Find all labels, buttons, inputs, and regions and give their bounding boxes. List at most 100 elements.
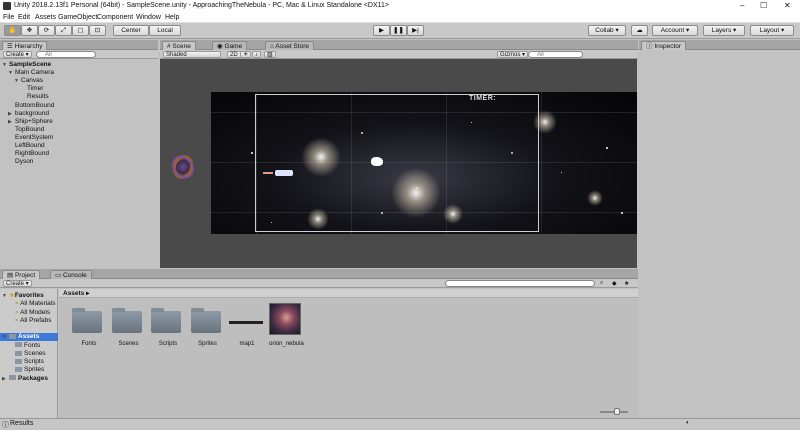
- asset-item[interactable]: map1: [229, 303, 265, 351]
- menu-edit[interactable]: Edit: [18, 14, 30, 21]
- pause-button[interactable]: ❚❚: [390, 25, 407, 36]
- expand-down-icon[interactable]: ▼: [8, 69, 15, 77]
- hierarchy-item[interactable]: RightBound: [0, 150, 157, 158]
- filter-type-icon[interactable]: ⌕: [600, 280, 603, 287]
- hierarchy-item[interactable]: Results: [0, 93, 157, 101]
- effects-dropdown[interactable]: ▨: [264, 51, 276, 58]
- tab-console[interactable]: ▭ Console: [50, 270, 92, 279]
- hierarchy-item[interactable]: Dyson: [0, 158, 157, 166]
- asset-item[interactable]: Sprites: [190, 303, 226, 351]
- tab-scene[interactable]: # Scene: [162, 41, 196, 50]
- asset-item[interactable]: Fonts: [71, 303, 107, 351]
- scene-search-input[interactable]: [528, 51, 583, 58]
- expand-right-icon[interactable]: ▶: [2, 375, 9, 383]
- rotate-tool-button[interactable]: ⟳: [38, 25, 55, 36]
- project-tree-item[interactable]: ⌕ All Materials: [0, 300, 58, 308]
- layout-dropdown[interactable]: Layout ▾: [750, 25, 794, 36]
- move-tool-button[interactable]: ✥: [21, 25, 38, 36]
- project-tree-item[interactable]: ▶ Packages: [0, 375, 58, 383]
- hierarchy-item[interactable]: EventSystem: [0, 134, 157, 142]
- collab-button[interactable]: Collab ▾: [588, 25, 626, 36]
- project-tree-item[interactable]: Scripts: [0, 358, 58, 366]
- menu-file[interactable]: File: [3, 14, 14, 21]
- layers-dropdown[interactable]: Layers ▾: [703, 25, 745, 36]
- tab-project[interactable]: ▤ Project: [2, 270, 41, 279]
- account-dropdown[interactable]: Account ▾: [652, 25, 698, 36]
- menu-component[interactable]: Component: [97, 14, 133, 21]
- shading-mode-dropdown[interactable]: Shaded: [163, 51, 221, 58]
- menu-assets[interactable]: Assets: [35, 14, 56, 21]
- project-search-input[interactable]: [445, 280, 595, 287]
- camera-bounds: [255, 94, 539, 232]
- close-button[interactable]: ✕: [784, 1, 791, 10]
- project-tree-item[interactable]: Sprites: [0, 366, 58, 374]
- asset-item[interactable]: Scripts: [150, 303, 186, 351]
- project-tree-item[interactable]: ▼ Assets: [0, 333, 58, 342]
- tab-game[interactable]: ◉ Game: [212, 41, 248, 50]
- pivot-toggle[interactable]: Center: [113, 25, 149, 36]
- project-create-dropdown[interactable]: Create ▾: [3, 280, 32, 287]
- audio-toggle[interactable]: ♪: [252, 51, 261, 58]
- menu-help[interactable]: Help: [165, 14, 179, 21]
- hierarchy-item[interactable]: ▶ Ship+Sphere: [0, 118, 157, 126]
- project-tree-item[interactable]: Scenes: [0, 350, 58, 358]
- project-create-label: Create ▾: [6, 281, 29, 287]
- filter-label-icon[interactable]: ◆: [612, 280, 617, 287]
- dyson-sprite[interactable]: [167, 151, 199, 183]
- hierarchy-item[interactable]: ▼ Main Camera: [0, 69, 157, 77]
- sphere-sprite[interactable]: [371, 157, 383, 166]
- transform-tool-button[interactable]: ⊡: [89, 25, 106, 36]
- layers-label: Layers ▾: [711, 27, 737, 34]
- hand-tool-button[interactable]: ✋: [4, 25, 21, 36]
- hierarchy-item[interactable]: ▶ background: [0, 110, 157, 118]
- 2d-toggle[interactable]: 2D: [227, 51, 241, 58]
- asset-item[interactable]: orion_nebula: [268, 303, 305, 351]
- maximize-button[interactable]: ☐: [760, 1, 767, 10]
- step-button[interactable]: ▶|: [407, 25, 424, 36]
- cloud-icon: ☁: [636, 27, 643, 34]
- hierarchy-item[interactable]: BottomBound: [0, 102, 157, 110]
- scene-toolbar: Shaded 2D ☀ ♪ ▨ Gizmos ▾: [160, 50, 638, 59]
- expand-down-icon[interactable]: ▼: [14, 77, 21, 85]
- project-tree-item[interactable]: ⌕ All Models: [0, 309, 58, 317]
- hierarchy-search-input[interactable]: [36, 51, 96, 58]
- hierarchy-create-dropdown[interactable]: Create ▾: [3, 51, 32, 58]
- zoom-slider-handle[interactable]: [614, 408, 620, 415]
- scale-tool-button[interactable]: ⤢: [55, 25, 72, 36]
- breadcrumb-assets[interactable]: Assets ▸: [63, 289, 89, 298]
- hierarchy-item[interactable]: Timer: [0, 85, 157, 93]
- asset-item[interactable]: Scenes: [111, 303, 147, 351]
- expand-down-icon[interactable]: ▼: [2, 333, 9, 341]
- status-text[interactable]: Results: [10, 420, 33, 427]
- favorite-star-icon[interactable]: ★: [624, 280, 629, 287]
- pause-icon: ❚❚: [393, 27, 404, 34]
- gizmos-dropdown[interactable]: Gizmos ▾: [497, 51, 529, 58]
- ship-sprite[interactable]: [263, 170, 295, 176]
- menu-gameobject[interactable]: GameObject: [58, 14, 97, 21]
- project-tree-item[interactable]: ▼ ★Favorites: [0, 292, 58, 300]
- expand-down-icon[interactable]: ▼: [2, 292, 9, 300]
- project-tree-item[interactable]: Fonts: [0, 342, 58, 350]
- hierarchy-item[interactable]: ▼ SampleScene: [0, 61, 157, 69]
- hierarchy-item-label: Dyson: [15, 158, 34, 166]
- hierarchy-item[interactable]: TopBound: [0, 126, 157, 134]
- expand-right-icon[interactable]: ▶: [8, 118, 15, 126]
- hierarchy-item[interactable]: LeftBound: [0, 142, 157, 150]
- space-toggle[interactable]: Local: [149, 25, 181, 36]
- expand-down-icon[interactable]: ▼: [2, 61, 9, 69]
- tab-asset-store[interactable]: ⌂ Asset Store: [265, 41, 314, 50]
- hierarchy-tabstrip: ☰ Hierarchy: [0, 40, 158, 50]
- tab-hierarchy[interactable]: ☰ Hierarchy: [2, 41, 48, 50]
- expand-right-icon[interactable]: ▶: [8, 110, 15, 118]
- auto-generate-lighting-icon[interactable]: ◐: [686, 420, 690, 426]
- project-tree-item[interactable]: ⌕ All Prefabs: [0, 317, 58, 325]
- cloud-button[interactable]: ☁: [631, 25, 648, 36]
- tab-inspector[interactable]: ⓘ Inspector: [641, 41, 687, 50]
- hierarchy-item[interactable]: ▼ Canvas: [0, 77, 157, 85]
- rect-tool-button[interactable]: ▢: [72, 25, 89, 36]
- lighting-toggle[interactable]: ☀: [240, 51, 252, 58]
- minimize-button[interactable]: –: [740, 1, 744, 10]
- map-sprite-icon: [229, 321, 263, 324]
- menu-window[interactable]: Window: [136, 14, 161, 21]
- play-button[interactable]: ▶: [373, 25, 390, 36]
